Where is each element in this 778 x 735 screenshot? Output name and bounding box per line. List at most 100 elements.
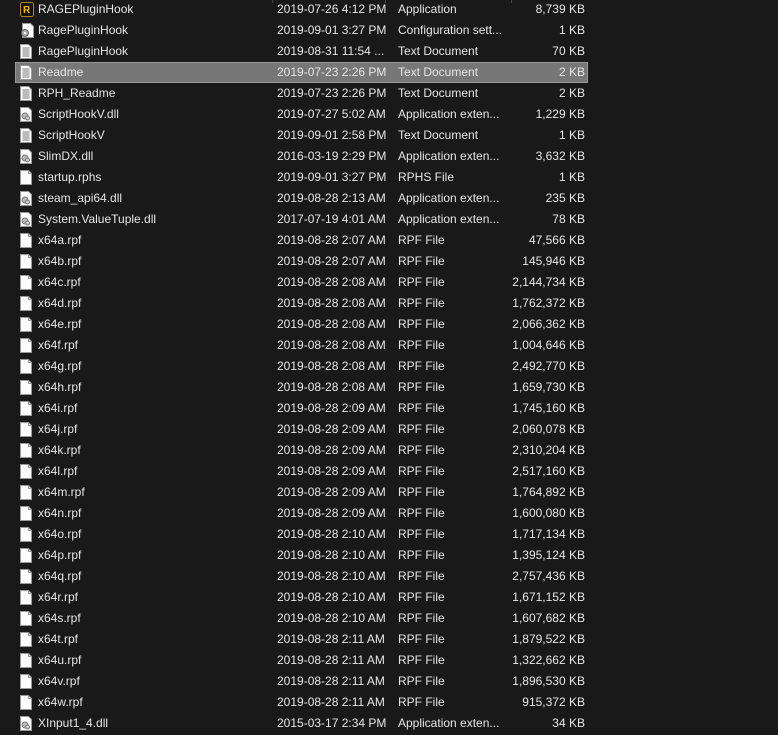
blank-file-icon xyxy=(20,464,32,479)
file-row[interactable]: XInput1_4.dll 2015-03-17 2:34 PM Applicati… xyxy=(0,713,778,734)
file-row[interactable]: ScriptHookV.dll 2019-07-27 5:02 AM Applica… xyxy=(0,104,778,125)
file-name: x64s.rpf xyxy=(38,611,81,625)
file-row[interactable]: x64m.rpf 2019-08-28 2:09 AM RPF File 1,764,… xyxy=(0,482,778,503)
file-date-modified: 2019-08-28 2:07 AM xyxy=(277,233,386,247)
file-row[interactable]: x64w.rpf 2019-08-28 2:11 AM RPF File 915,37… xyxy=(0,692,778,713)
file-date-modified: 2019-08-28 2:09 AM xyxy=(277,464,386,478)
file-row[interactable]: x64t.rpf 2019-08-28 2:11 AM RPF File 1,879,… xyxy=(0,629,778,650)
file-row[interactable]: steam_api64.dll 2019-08-28 2:13 AM Applica… xyxy=(0,188,778,209)
file-name: x64w.rpf xyxy=(38,695,83,709)
blank-file-icon xyxy=(20,380,32,395)
file-row[interactable]: ScriptHookV 2019-09-01 2:58 PM Text Docume… xyxy=(0,125,778,146)
file-row[interactable]: RagePluginHook 2019-09-01 3:27 PM Configur… xyxy=(0,20,778,41)
file-type: RPF File xyxy=(398,674,445,688)
file-type: RPF File xyxy=(398,695,445,709)
blank-file-icon xyxy=(20,401,32,416)
blank-file-icon xyxy=(20,422,32,437)
file-row[interactable]: SlimDX.dll 2016-03-19 2:29 PM Application … xyxy=(0,146,778,167)
file-name: XInput1_4.dll xyxy=(38,716,109,730)
file-size: 2 KB xyxy=(558,65,585,79)
blank-file-icon xyxy=(20,170,32,185)
file-size: 2 KB xyxy=(558,86,585,100)
file-date-modified: 2019-07-23 2:26 PM xyxy=(277,65,387,79)
file-type: Text Document xyxy=(398,44,479,58)
file-row[interactable]: x64a.rpf 2019-08-28 2:07 AM RPF File 47,566… xyxy=(0,230,778,251)
file-row[interactable]: x64l.rpf 2019-08-28 2:09 AM RPF File 2,517,… xyxy=(0,461,778,482)
file-size: 2,310,204 KB xyxy=(512,443,585,457)
file-row[interactable]: x64k.rpf 2019-08-28 2:09 AM RPF File 2,310,… xyxy=(0,440,778,461)
file-row[interactable]: x64u.rpf 2019-08-28 2:11 AM RPF File 1,322,… xyxy=(0,650,778,671)
file-row[interactable]: startup.rphs 2019-09-01 3:27 PM RPHS File 1… xyxy=(0,167,778,188)
file-row[interactable]: x64v.rpf 2019-08-28 2:11 AM RPF File 1,896,… xyxy=(0,671,778,692)
file-size: 1,764,892 KB xyxy=(512,485,585,499)
file-type: Text Document xyxy=(398,128,479,142)
file-size: 1,896,530 KB xyxy=(512,674,585,688)
file-date-modified: 2019-08-28 2:10 AM xyxy=(277,569,386,583)
blank-file-icon xyxy=(20,674,32,689)
file-size: 2,144,734 KB xyxy=(512,275,585,289)
file-size: 1 KB xyxy=(558,23,585,37)
blank-file-icon xyxy=(20,569,32,584)
file-row[interactable]: System.ValueTuple.dll 2017-07-19 4:01 AM A… xyxy=(0,209,778,230)
blank-file-icon xyxy=(20,653,32,668)
file-date-modified: 2019-08-28 2:09 AM xyxy=(277,506,386,520)
file-size: 1,322,662 KB xyxy=(512,653,585,667)
file-row[interactable]: x64o.rpf 2019-08-28 2:10 AM RPF File 1,717,… xyxy=(0,524,778,545)
file-row[interactable]: x64n.rpf 2019-08-28 2:09 AM RPF File 1,600,… xyxy=(0,503,778,524)
file-row[interactable]: x64f.rpf 2019-08-28 2:08 AM RPF File 1,004,… xyxy=(0,335,778,356)
file-name: x64o.rpf xyxy=(38,527,82,541)
file-size: 915,372 KB xyxy=(522,695,585,709)
file-row[interactable]: x64i.rpf 2019-08-28 2:09 AM RPF File 1,745,… xyxy=(0,398,778,419)
file-row[interactable]: x64e.rpf 2019-08-28 2:08 AM RPF File 2,066,… xyxy=(0,314,778,335)
file-name: RagePluginHook xyxy=(38,23,129,37)
file-date-modified: 2019-08-28 2:11 AM xyxy=(277,632,385,646)
file-row[interactable]: x64d.rpf 2019-08-28 2:08 AM RPF File 1,762,… xyxy=(0,293,778,314)
blank-file-icon xyxy=(20,359,32,374)
file-date-modified: 2019-07-26 4:12 PM xyxy=(277,2,387,16)
file-row[interactable]: x64c.rpf 2019-08-28 2:08 AM RPF File 2,144,… xyxy=(0,272,778,293)
file-row[interactable]: x64g.rpf 2019-08-28 2:08 AM RPF File 2,492,… xyxy=(0,356,778,377)
file-size: 1,659,730 KB xyxy=(512,380,585,394)
file-size: 2,757,436 KB xyxy=(512,569,585,583)
file-name: x64u.rpf xyxy=(38,653,82,667)
file-date-modified: 2019-08-28 2:08 AM xyxy=(277,338,386,352)
file-row[interactable]: x64j.rpf 2019-08-28 2:09 AM RPF File 2,060,… xyxy=(0,419,778,440)
file-row[interactable]: RagePluginHook 2019-08-31 11:54 ... Text D… xyxy=(0,41,778,62)
file-row[interactable]: R RAGEPluginHook 2019-07-26 4:12 PM Applica… xyxy=(0,0,778,20)
dll-file-icon xyxy=(20,107,32,122)
file-date-modified: 2019-07-27 5:02 AM xyxy=(277,107,386,121)
file-name: RagePluginHook xyxy=(38,44,129,58)
file-name: Readme xyxy=(38,65,84,79)
file-row[interactable]: RPH_Readme 2019-07-23 2:26 PM Text Documen… xyxy=(0,83,778,104)
file-row[interactable]: x64h.rpf 2019-08-28 2:08 AM RPF File 1,659,… xyxy=(0,377,778,398)
text-file-icon xyxy=(20,128,32,143)
file-size: 1,004,646 KB xyxy=(512,338,585,352)
file-name: x64a.rpf xyxy=(38,233,82,247)
file-type: RPF File xyxy=(398,401,445,415)
blank-file-icon xyxy=(20,233,32,248)
file-name: ScriptHookV xyxy=(38,128,105,142)
file-row[interactable]: x64p.rpf 2019-08-28 2:10 AM RPF File 1,395,… xyxy=(0,545,778,566)
file-row[interactable]: x64b.rpf 2019-08-28 2:07 AM RPF File 145,94… xyxy=(0,251,778,272)
file-date-modified: 2019-08-28 2:08 AM xyxy=(277,275,386,289)
file-type: RPF File xyxy=(398,443,445,457)
file-name: x64k.rpf xyxy=(38,443,81,457)
file-date-modified: 2019-07-23 2:26 PM xyxy=(277,86,387,100)
file-row[interactable]: x64q.rpf 2019-08-28 2:10 AM RPF File 2,757,… xyxy=(0,566,778,587)
file-date-modified: 2019-09-01 2:58 PM xyxy=(277,128,387,142)
file-date-modified: 2019-08-28 2:08 AM xyxy=(277,317,386,331)
file-name: x64e.rpf xyxy=(38,317,82,331)
file-date-modified: 2019-08-28 2:11 AM xyxy=(277,674,385,688)
file-date-modified: 2017-07-19 4:01 AM xyxy=(277,212,386,226)
file-type: Text Document xyxy=(398,86,479,100)
blank-file-icon xyxy=(20,338,32,353)
file-date-modified: 2019-08-28 2:08 AM xyxy=(277,380,386,394)
file-date-modified: 2019-08-28 2:11 AM xyxy=(277,653,385,667)
file-row[interactable]: x64r.rpf 2019-08-28 2:10 AM RPF File 1,671,… xyxy=(0,587,778,608)
file-name: startup.rphs xyxy=(38,170,102,184)
file-size: 70 KB xyxy=(552,44,585,58)
file-row[interactable]: Readme 2019-07-23 2:26 PM Text Document 2 K… xyxy=(0,62,778,83)
file-type: RPF File xyxy=(398,233,445,247)
file-row[interactable]: x64s.rpf 2019-08-28 2:10 AM RPF File 1,607,… xyxy=(0,608,778,629)
dll-file-icon xyxy=(20,191,32,206)
